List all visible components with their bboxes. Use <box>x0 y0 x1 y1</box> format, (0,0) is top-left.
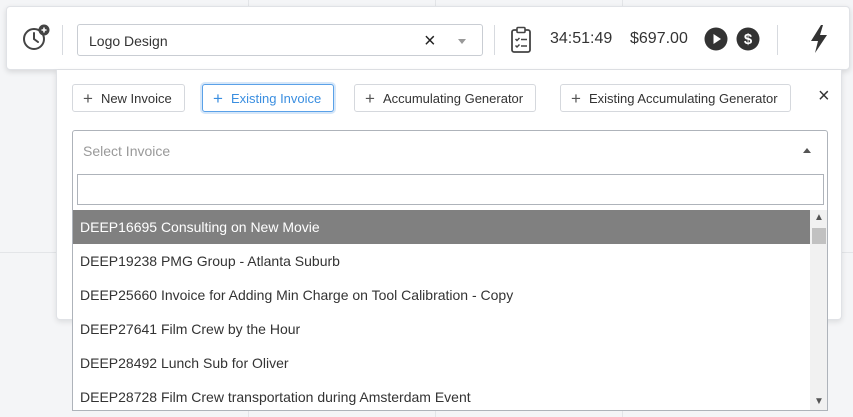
play-icon[interactable] <box>704 27 728 51</box>
project-select-value: Logo Design <box>89 33 168 49</box>
plus-icon: + <box>213 88 223 108</box>
tab-label: Existing Invoice <box>230 90 322 106</box>
invoice-select-placeholder: Select Invoice <box>83 143 171 159</box>
scroll-down-icon[interactable]: ▼ <box>814 397 824 407</box>
list-item[interactable]: DEEP16695 Consulting on New Movie <box>73 210 810 244</box>
separator <box>494 25 495 55</box>
tab-existing-accumulating-generator[interactable]: + Existing Accumulating Generator <box>560 84 791 112</box>
list-item[interactable]: DEEP28728 Film Crew transportation durin… <box>73 380 810 410</box>
timer-bar: Logo Design × 34:51:49 $697.00 $ <box>6 6 850 70</box>
tab-accumulating-generator[interactable]: + Accumulating Generator <box>354 84 537 112</box>
list-item[interactable]: DEEP25660 Invoice for Adding Min Charge … <box>73 278 810 312</box>
lightning-bolt-icon[interactable] <box>807 24 831 54</box>
separator <box>62 25 63 55</box>
tab-new-invoice[interactable]: + New Invoice <box>72 84 185 112</box>
separator <box>777 25 778 55</box>
list-item[interactable]: DEEP19238 PMG Group - Atlanta Suburb <box>73 244 810 278</box>
plus-icon: + <box>571 88 581 108</box>
tab-label: Accumulating Generator <box>382 90 524 106</box>
tab-label: Existing Accumulating Generator <box>588 90 778 106</box>
plus-icon: + <box>365 88 375 108</box>
list-item[interactable]: DEEP28492 Lunch Sub for Oliver <box>73 346 810 380</box>
elapsed-time: 34:51:49 <box>550 30 613 47</box>
plus-icon: + <box>83 88 93 108</box>
scrollbar[interactable]: ▲ ▼ <box>810 210 827 410</box>
chevron-down-icon[interactable] <box>458 39 466 44</box>
invoice-options: DEEP16695 Consulting on New Movie DEEP19… <box>73 210 810 410</box>
clock-plus-icon[interactable] <box>21 23 51 53</box>
invoice-select[interactable]: Select Invoice <box>72 130 828 170</box>
tab-existing-invoice[interactable]: + Existing Invoice <box>202 84 335 112</box>
invoice-search-input[interactable] <box>77 174 824 205</box>
project-select[interactable]: Logo Design × <box>77 24 483 56</box>
scroll-up-icon[interactable]: ▲ <box>814 213 824 223</box>
svg-text:$: $ <box>744 31 753 48</box>
invoice-dropdown: DEEP16695 Consulting on New Movie DEEP19… <box>72 169 828 411</box>
dollar-icon[interactable]: $ <box>736 27 760 51</box>
tab-label: New Invoice <box>100 90 172 106</box>
list-item[interactable]: DEEP27641 Film Crew by the Hour <box>73 312 810 346</box>
clipboard-checklist-icon[interactable] <box>510 26 532 54</box>
close-icon[interactable]: × <box>818 86 830 106</box>
billable-amount: $697.00 <box>630 30 688 47</box>
clear-icon[interactable]: × <box>424 31 436 51</box>
scrollbar-thumb[interactable] <box>812 228 826 244</box>
chevron-up-icon[interactable] <box>803 148 811 153</box>
